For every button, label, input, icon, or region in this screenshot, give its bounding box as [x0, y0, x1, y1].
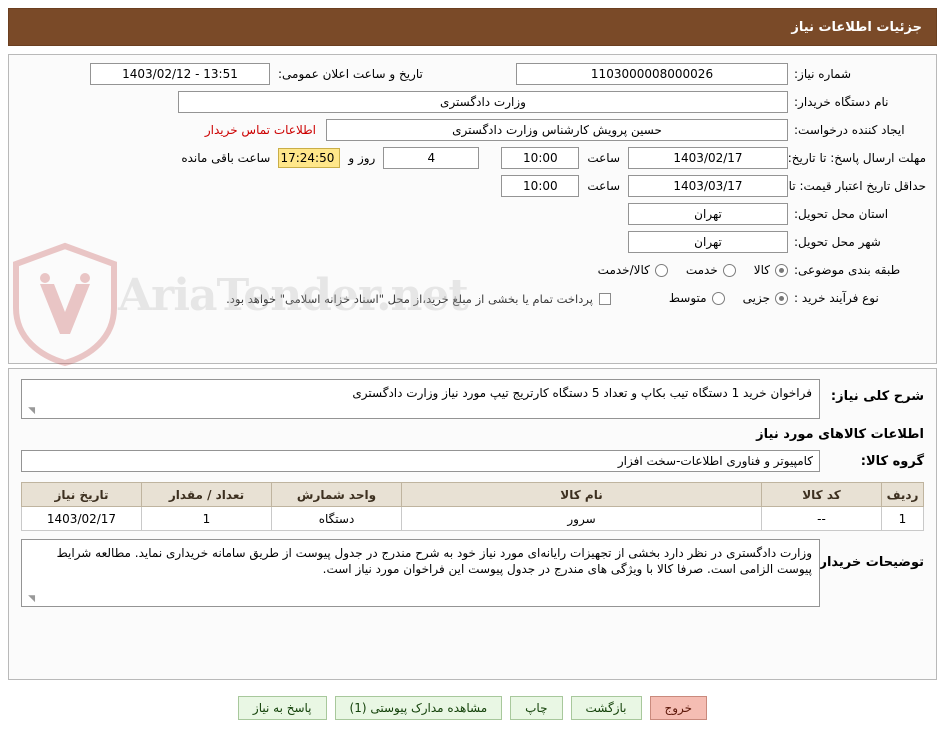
category-option-kala[interactable]: کالا	[754, 263, 788, 277]
row-province: استان محل تحویل: تهران	[19, 203, 926, 225]
price-validity-label: حداقل تاریخ اعتبار قیمت: تا تاریخ:	[756, 179, 926, 193]
category-option-khedmat[interactable]: خدمت	[686, 263, 736, 277]
need-details-panel: شرح کلی نیاز: فراخوان خرید 1 دستگاه تیب …	[8, 368, 937, 680]
row-creator: ایجاد کننده درخواست: حسین پرویش کارشناس …	[19, 119, 926, 141]
need-number-value: 1103000008000026	[516, 63, 788, 85]
category-radio-group: کالا خدمت کالا/خدمت	[580, 263, 788, 277]
buyer-org-value: وزارت دادگستری	[178, 91, 788, 113]
buyer-notes-value[interactable]: وزارت دادگستری در نظر دارد بخشی از تجهیز…	[21, 539, 820, 607]
hour-label-1: ساعت	[587, 151, 620, 165]
hour-label-2: ساعت	[587, 179, 620, 193]
announce-datetime-value: 13:51 - 1403/02/12	[90, 63, 270, 85]
items-table: ردیف کد کالا نام کالا واحد شمارش تعداد /…	[21, 482, 924, 531]
province-value: تهران	[628, 203, 788, 225]
payment-note-checkbox[interactable]	[598, 293, 611, 305]
row-process-type: نوع فرآیند خرید : جزیی متوسط پرداخت تمام…	[19, 287, 926, 309]
category-option-label: کالا/خدمت	[597, 263, 650, 277]
cell-need-date: 1403/02/17	[21, 506, 142, 531]
price-validity-time: 10:00	[501, 175, 580, 197]
payment-note-row: پرداخت تمام یا بخشی از مبلغ خرید،از محل …	[226, 292, 611, 306]
row-category: طبقه بندی موضوعی: کالا خدمت کالا/خدمت	[19, 259, 926, 281]
summary-text: فراخوان خرید 1 دستگاه تیب بکاپ و تعداد 5…	[352, 386, 812, 400]
footer-buttons: پاسخ به نیاز مشاهده مدارک پیوستی (1) چاپ…	[8, 691, 937, 725]
cell-radif: 1	[881, 506, 924, 531]
cell-quantity: 1	[141, 506, 272, 531]
page-header: جزئیات اطلاعات نیاز	[8, 8, 937, 46]
cell-name: سرور	[401, 506, 762, 531]
process-option-motavaset[interactable]: متوسط	[669, 291, 725, 305]
remaining-days-label: روز و	[348, 151, 376, 165]
buyer-notes-text: وزارت دادگستری در نظر دارد بخشی از تجهیز…	[56, 546, 812, 576]
attachments-button[interactable]: مشاهده مدارک پیوستی (1)	[334, 696, 503, 720]
process-option-label: جزیی	[742, 291, 770, 305]
city-label: شهر محل تحویل:	[794, 235, 881, 249]
remaining-suffix-label: ساعت باقی مانده	[181, 151, 271, 165]
province-label: استان محل تحویل:	[794, 207, 889, 221]
process-option-label: متوسط	[668, 291, 707, 305]
th-code: کد کالا	[761, 482, 882, 507]
th-radif: ردیف	[881, 482, 924, 507]
exit-button[interactable]: خروج	[649, 696, 708, 720]
row-need-number: شماره نیاز: 1103000008000026 تاریخ و ساع…	[19, 63, 926, 85]
need-info-panel: شماره نیاز: 1103000008000026 تاریخ و ساع…	[8, 54, 937, 364]
radio-icon[interactable]	[711, 291, 725, 305]
th-name: نام کالا	[401, 482, 762, 507]
resize-grip-icon[interactable]: ◥	[25, 595, 35, 605]
row-buyer-notes: توضیحات خریدار: وزارت دادگستری در نظر دا…	[21, 539, 924, 607]
process-option-jozei[interactable]: جزیی	[743, 291, 788, 305]
resize-grip-icon[interactable]: ◥	[25, 407, 35, 417]
response-deadline-date: 1403/02/17	[628, 147, 788, 169]
table-row: 1 -- سرور دستگاه 1 1403/02/17	[21, 506, 924, 531]
creator-value: حسین پرویش کارشناس وزارت دادگستری	[326, 119, 788, 141]
row-summary: شرح کلی نیاز: فراخوان خرید 1 دستگاه تیب …	[21, 379, 924, 419]
announce-datetime-label: تاریخ و ساعت اعلان عمومی:	[278, 67, 423, 81]
category-option-label: خدمت	[685, 263, 718, 277]
row-goods-group: گروه کالا: کامپیوتر و فناوری اطلاعات-سخت…	[21, 450, 924, 472]
back-button[interactable]: بازگشت	[570, 696, 642, 720]
th-need-date: تاریخ نیاز	[21, 482, 142, 507]
respond-button[interactable]: پاسخ به نیاز	[237, 696, 327, 720]
radio-icon[interactable]	[775, 263, 788, 277]
table-header-row: ردیف کد کالا نام کالا واحد شمارش تعداد /…	[21, 482, 924, 507]
cell-code: --	[761, 506, 882, 531]
buyer-notes-label: توضیحات خریدار:	[814, 555, 924, 570]
page-root: جزئیات اطلاعات نیاز شماره نیاز: 11030000…	[0, 0, 945, 733]
price-validity-date: 1403/03/17	[628, 175, 788, 197]
response-deadline-label: مهلت ارسال پاسخ: تا تاریخ:	[787, 151, 926, 165]
radio-icon[interactable]	[722, 263, 736, 277]
process-label: نوع فرآیند خرید :	[794, 291, 879, 305]
th-unit: واحد شمارش	[271, 482, 402, 507]
print-button[interactable]: چاپ	[510, 696, 563, 720]
page-title: جزئیات اطلاعات نیاز	[791, 19, 922, 35]
city-value: تهران	[628, 231, 788, 253]
summary-value[interactable]: فراخوان خرید 1 دستگاه تیب بکاپ و تعداد 5…	[21, 379, 820, 419]
group-value: کامپیوتر و فناوری اطلاعات-سخت افزار	[21, 450, 820, 472]
radio-icon[interactable]	[775, 291, 788, 305]
items-table-wrap: ردیف کد کالا نام کالا واحد شمارش تعداد /…	[21, 482, 924, 531]
row-response-deadline: مهلت ارسال پاسخ: تا تاریخ: 1403/02/17 سا…	[19, 147, 926, 169]
buyer-contact-link[interactable]: اطلاعات تماس خریدار	[195, 123, 326, 137]
response-deadline-time: 10:00	[501, 147, 580, 169]
radio-icon[interactable]	[654, 263, 668, 277]
buyer-org-label: نام دستگاه خریدار:	[794, 95, 889, 109]
summary-label: شرح کلی نیاز:	[830, 389, 924, 404]
row-buyer-org: نام دستگاه خریدار: وزارت دادگستری	[19, 91, 926, 113]
remaining-timer: 17:24:50	[278, 148, 341, 168]
group-label: گروه کالا:	[860, 453, 924, 469]
process-radio-group: جزیی متوسط	[651, 291, 788, 305]
row-city: شهر محل تحویل: تهران	[19, 231, 926, 253]
cell-unit: دستگاه	[271, 506, 402, 531]
creator-label: ایجاد کننده درخواست:	[794, 123, 905, 137]
category-label: طبقه بندی موضوعی:	[794, 263, 901, 277]
payment-note-text: پرداخت تمام یا بخشی از مبلغ خرید،از محل …	[226, 292, 593, 306]
category-option-kala-khedmat[interactable]: کالا/خدمت	[598, 263, 668, 277]
th-quantity: تعداد / مقدار	[141, 482, 272, 507]
row-price-validity: حداقل تاریخ اعتبار قیمت: تا تاریخ: 1403/…	[19, 175, 926, 197]
items-section-title: اطلاعات کالاهای مورد نیاز	[756, 427, 924, 442]
remaining-days-value: 4	[383, 147, 480, 169]
category-option-label: کالا	[753, 263, 770, 277]
need-number-label: شماره نیاز:	[794, 67, 851, 81]
